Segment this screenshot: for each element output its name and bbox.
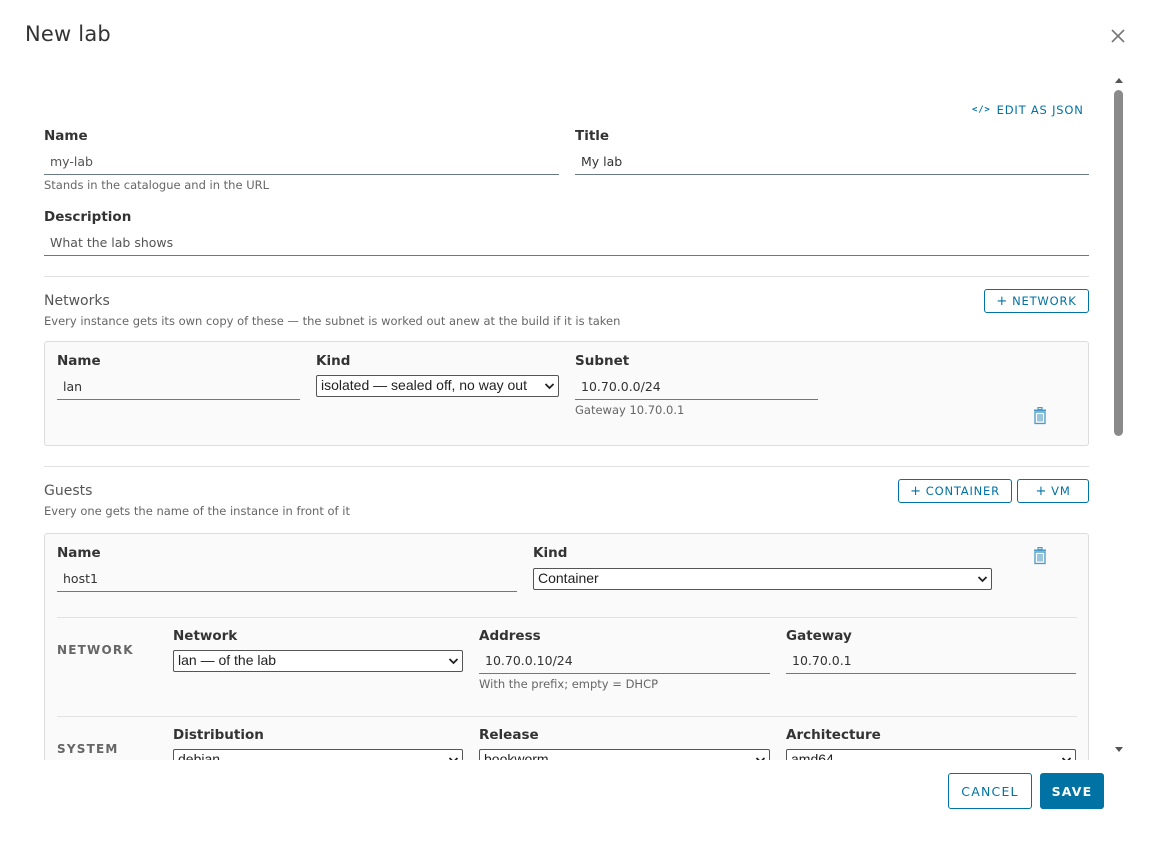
subnet-label: Subnet xyxy=(575,353,630,369)
network-card: Name lan Kind isolated — sealed off, no … xyxy=(44,341,1089,446)
guest-name-label: Name xyxy=(57,545,101,561)
network-name-input[interactable]: lan xyxy=(57,375,300,400)
save-button[interactable]: SAVE xyxy=(1040,773,1104,809)
chevron-down-icon xyxy=(755,757,766,760)
guest-kind-label: Kind xyxy=(533,545,568,561)
trash-icon[interactable] xyxy=(1032,406,1048,425)
address-input[interactable]: 10.70.0.10/24 xyxy=(479,649,770,674)
gateway-input[interactable]: 10.70.0.1 xyxy=(786,649,1076,674)
name-helper: Stands in the catalogue and in the URL xyxy=(44,178,270,192)
code-icon: </> xyxy=(972,105,991,115)
guests-title: Guests xyxy=(44,483,93,499)
gateway-label: Gateway xyxy=(786,628,852,644)
release-value: bookworm xyxy=(484,751,549,760)
network-kind-value: isolated — sealed off, no way out xyxy=(321,377,527,393)
release-select[interactable]: bookworm xyxy=(479,749,770,760)
subnet-input[interactable]: 10.70.0.0/24 xyxy=(575,375,818,400)
guests-description: Every one gets the name of the instance … xyxy=(44,504,350,518)
chevron-down-icon xyxy=(977,576,988,583)
guest-kind-value: Container xyxy=(538,570,599,586)
plus-icon: + xyxy=(1035,483,1048,499)
add-network-label: NETWORK xyxy=(1012,294,1077,308)
guest-network-select[interactable]: lan — of the lab xyxy=(173,650,463,672)
close-icon[interactable] xyxy=(1108,26,1128,46)
release-label: Release xyxy=(479,727,539,743)
add-container-button[interactable]: + CONTAINER xyxy=(898,479,1012,503)
description-input[interactable]: What the lab shows xyxy=(44,231,1089,256)
divider xyxy=(44,466,1089,467)
network-row-label: NETWORK xyxy=(57,643,134,657)
networks-title: Networks xyxy=(44,293,110,309)
network-kind-label: Kind xyxy=(316,353,351,369)
chevron-down-icon xyxy=(448,757,459,760)
divider xyxy=(57,617,1077,618)
guest-card: Name host1 Kind Container NETWORK Networ… xyxy=(44,533,1089,760)
divider xyxy=(44,276,1089,277)
name-input[interactable]: my-lab xyxy=(44,150,559,175)
guest-kind-select[interactable]: Container xyxy=(533,568,992,590)
distribution-value: debian xyxy=(178,751,221,760)
chevron-down-icon xyxy=(448,658,459,665)
add-vm-button[interactable]: + VM xyxy=(1017,479,1089,503)
distribution-select[interactable]: debian xyxy=(173,749,463,760)
scroll-down-arrow-icon[interactable] xyxy=(1114,746,1124,754)
edit-as-json-link[interactable]: </> EDIT AS JSON xyxy=(972,103,1084,117)
new-lab-dialog: New lab </> EDIT AS JSON Name my-lab Sta… xyxy=(0,0,1150,850)
networks-description: Every instance gets its own copy of thes… xyxy=(44,314,621,328)
architecture-value: amd64 xyxy=(791,751,834,760)
distribution-label: Distribution xyxy=(173,727,264,743)
architecture-label: Architecture xyxy=(786,727,881,743)
add-vm-label: VM xyxy=(1051,484,1071,498)
gateway-helper: Gateway 10.70.0.1 xyxy=(575,403,685,417)
scrollbar[interactable] xyxy=(1112,74,1126,760)
plus-icon: + xyxy=(996,293,1009,309)
name-label: Name xyxy=(44,128,88,144)
dialog-body[interactable]: </> EDIT AS JSON Name my-lab Stands in t… xyxy=(0,70,1110,760)
system-row-label: SYSTEM xyxy=(57,742,119,756)
cancel-button[interactable]: CANCEL xyxy=(948,773,1032,809)
chevron-down-icon xyxy=(1061,757,1072,760)
scrollbar-thumb[interactable] xyxy=(1114,90,1123,436)
plus-icon: + xyxy=(910,483,922,499)
description-label: Description xyxy=(44,209,132,225)
architecture-select[interactable]: amd64 xyxy=(786,749,1076,760)
title-input[interactable]: My lab xyxy=(575,150,1089,175)
add-container-label: CONTAINER xyxy=(925,484,1000,498)
network-name-label: Name xyxy=(57,353,101,369)
dialog-title: New lab xyxy=(25,22,111,46)
guest-name-input[interactable]: host1 xyxy=(57,567,517,592)
edit-as-json-label: EDIT AS JSON xyxy=(996,103,1084,117)
chevron-down-icon xyxy=(544,383,555,390)
scroll-up-arrow-icon[interactable] xyxy=(1114,76,1124,84)
guest-network-value: lan — of the lab xyxy=(178,652,277,668)
address-helper: With the prefix; empty = DHCP xyxy=(479,677,659,691)
guest-network-label: Network xyxy=(173,628,238,644)
network-kind-select[interactable]: isolated — sealed off, no way out xyxy=(316,375,559,397)
divider xyxy=(57,716,1077,717)
address-label: Address xyxy=(479,628,541,644)
add-network-button[interactable]: + NETWORK xyxy=(984,289,1089,313)
trash-icon[interactable] xyxy=(1032,546,1048,565)
title-label: Title xyxy=(575,128,610,144)
